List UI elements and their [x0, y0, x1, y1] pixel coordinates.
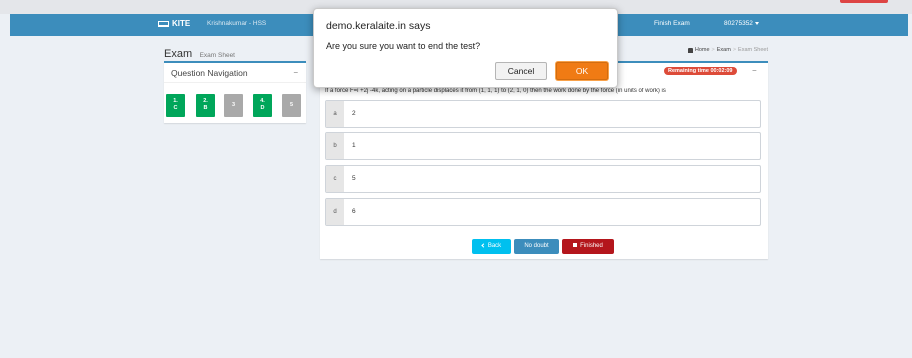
- question-number: 3: [231, 102, 236, 108]
- question-nav-button-2[interactable]: 2. B: [196, 94, 215, 117]
- chevron-left-icon: [481, 243, 486, 248]
- option-letter: a: [326, 101, 344, 127]
- option-value: 6: [352, 208, 356, 215]
- cancel-button[interactable]: Cancel: [495, 62, 547, 80]
- user-name: Krishnakumar - HSS: [207, 20, 267, 27]
- panel-divider: [164, 82, 306, 83]
- confirm-dialog: demo.keralaite.in says Are you sure you …: [313, 8, 618, 88]
- finished-button[interactable]: Finished: [562, 239, 614, 254]
- remaining-time-badge: Remaining time 00:02:09: [664, 67, 737, 75]
- back-label: Back: [487, 243, 502, 249]
- option-letter: c: [326, 166, 344, 192]
- option-value: 1: [352, 142, 356, 149]
- collapse-button[interactable]: −: [293, 68, 298, 77]
- breadcrumb-separator: >: [711, 47, 715, 53]
- option-d[interactable]: d 6: [325, 198, 761, 226]
- ok-button[interactable]: OK: [556, 62, 608, 80]
- question-number: 1.: [173, 98, 178, 104]
- no-doubt-button[interactable]: No doubt: [514, 239, 559, 254]
- breadcrumb-exam[interactable]: Exam: [717, 47, 731, 53]
- finish-exam-link[interactable]: Finish Exam: [654, 20, 690, 27]
- laptop-icon: [158, 20, 169, 27]
- brand-logo[interactable]: KITE: [158, 19, 190, 28]
- question-answer: D: [260, 105, 265, 111]
- exam-code-menu[interactable]: 80275352: [724, 20, 759, 27]
- finished-label: Finished: [580, 243, 603, 249]
- breadcrumb-separator: >: [732, 47, 737, 53]
- option-value: 5: [352, 175, 356, 182]
- option-b[interactable]: b 1: [325, 132, 761, 160]
- question-collapse-button[interactable]: −: [752, 66, 757, 75]
- question-text: If a force F=i +2j -4k, acting on a part…: [325, 88, 666, 94]
- brand-label: KITE: [172, 19, 191, 28]
- option-c[interactable]: c 5: [325, 165, 761, 193]
- option-value: 2: [352, 110, 356, 117]
- breadcrumb-home[interactable]: Home: [695, 47, 710, 53]
- question-navigation-title: Question Navigation: [171, 68, 248, 78]
- question-answer: B: [203, 105, 208, 111]
- option-letter: d: [326, 199, 344, 225]
- question-nav-button-1[interactable]: 1. C: [166, 94, 185, 117]
- back-button[interactable]: Back: [472, 239, 511, 254]
- breadcrumb: Home > Exam > Exam Sheet: [687, 47, 768, 53]
- question-number: 5: [289, 102, 294, 108]
- page-title: Exam: [164, 48, 193, 60]
- option-letter: b: [326, 133, 344, 159]
- stop-icon: [573, 243, 578, 248]
- caret-down-icon: [754, 21, 759, 25]
- dialog-message: Are you sure you want to end the test?: [326, 41, 481, 51]
- question-answer: C: [173, 105, 178, 111]
- question-nav-button-3[interactable]: 3: [224, 94, 243, 117]
- question-nav-button-4[interactable]: 4. D: [253, 94, 272, 117]
- option-a[interactable]: a 2: [325, 100, 761, 128]
- breadcrumb-exam-sheet: Exam Sheet: [738, 47, 768, 53]
- dialog-title: demo.keralaite.in says: [326, 20, 431, 32]
- browser-tab-indicator: [840, 0, 888, 3]
- page-subtitle: Exam Sheet: [199, 52, 235, 59]
- question-number: 2.: [203, 98, 208, 104]
- question-nav-button-5[interactable]: 5: [282, 94, 301, 117]
- question-number: 4.: [260, 98, 265, 104]
- exam-code-label: 80275352: [724, 20, 753, 27]
- home-icon: [687, 47, 693, 53]
